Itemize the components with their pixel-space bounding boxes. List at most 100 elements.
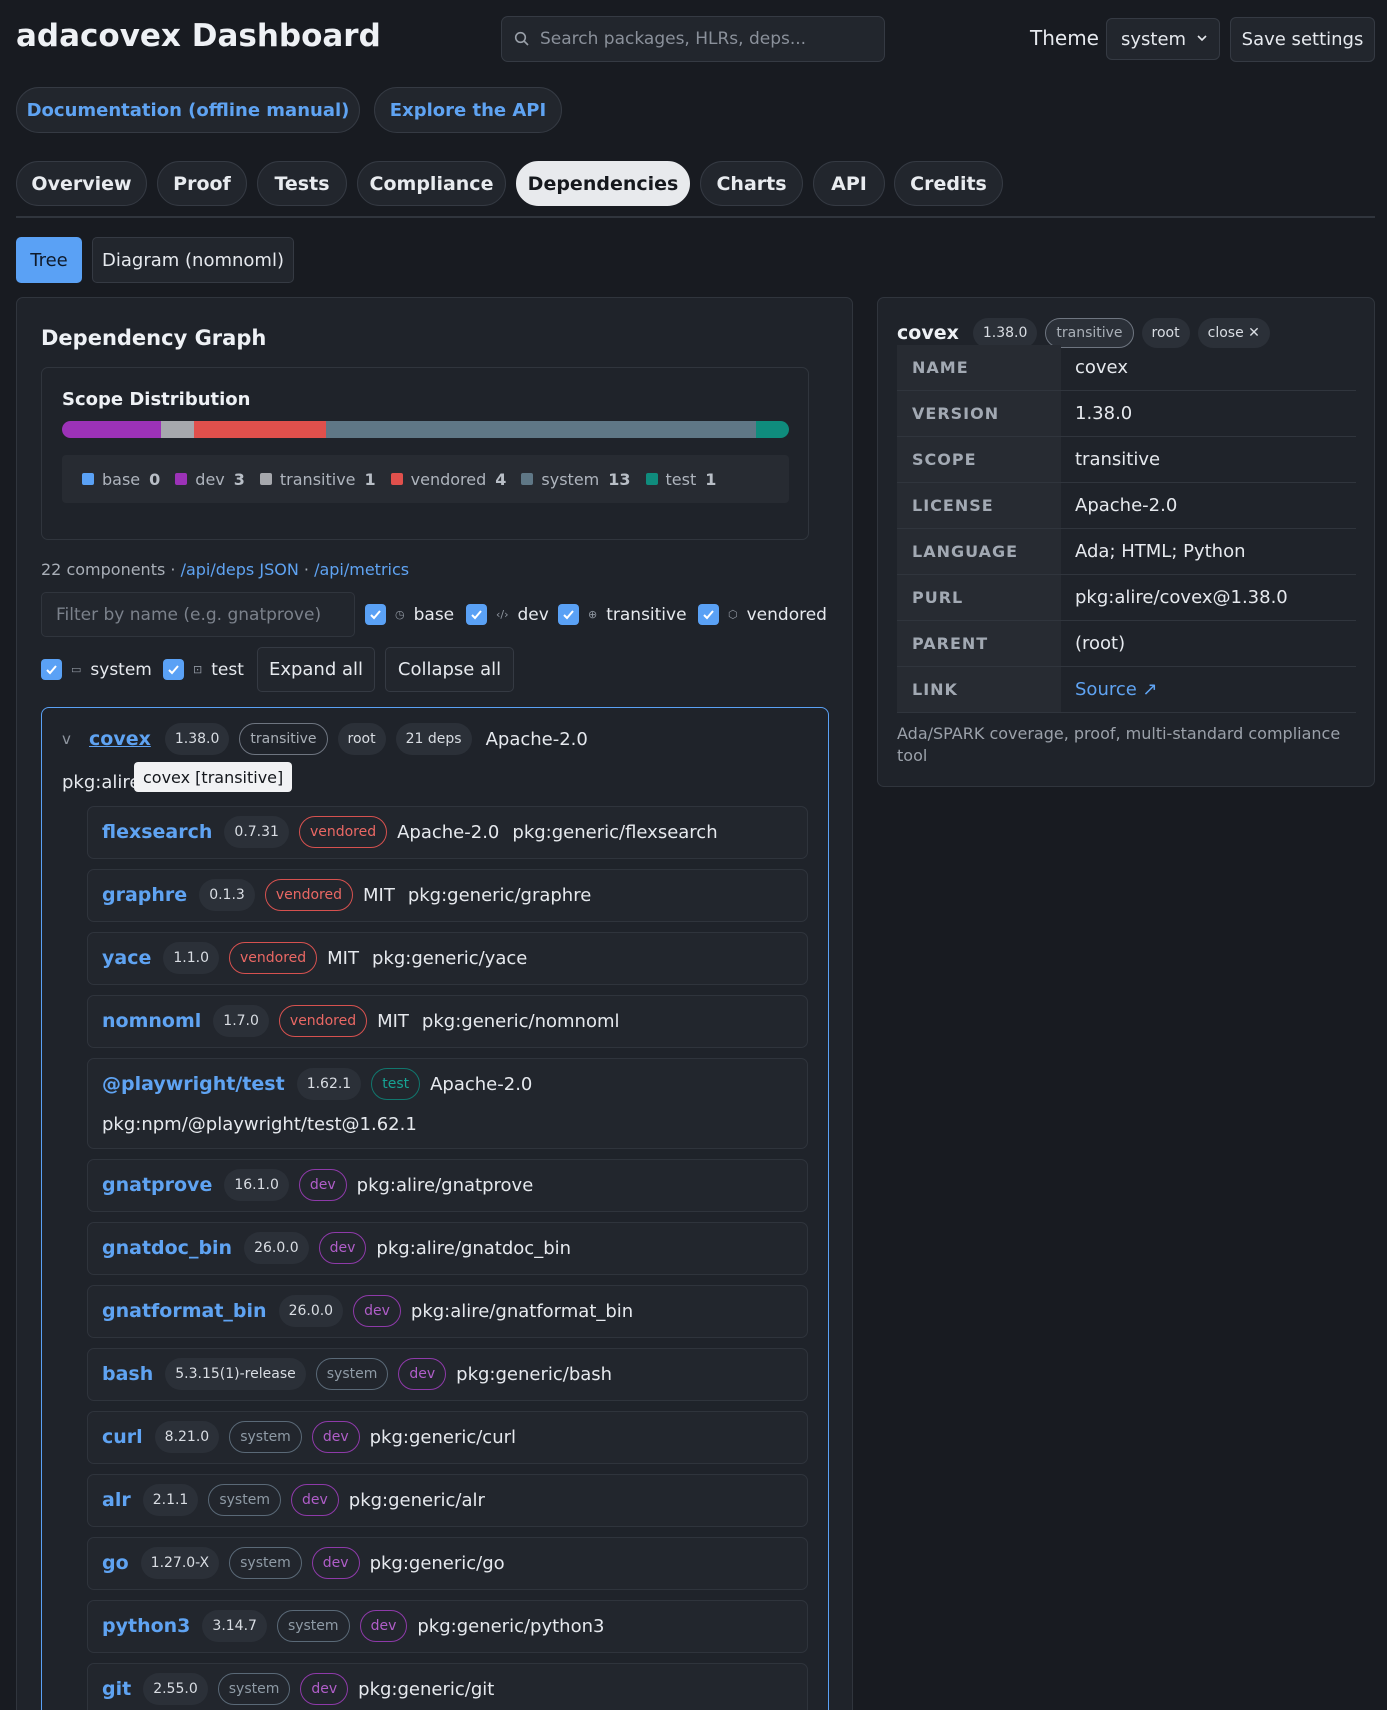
dependency-name[interactable]: go	[102, 1552, 129, 1574]
legend-item-system: system 13	[521, 469, 631, 489]
dependency-row-content: python3 3.14.7 system dev pkg:generic/python…	[102, 1609, 617, 1643]
tab-compliance[interactable]: Compliance	[357, 161, 506, 206]
filter-system-label: system	[90, 659, 152, 680]
purl-text: pkg:generic/flexsearch	[512, 821, 718, 843]
version-badge: 26.0.0	[244, 1232, 309, 1264]
dependency-row[interactable]: curl 8.21.0 system dev pkg:generic/curl	[87, 1411, 808, 1464]
filter-transitive-checkbox[interactable]: ⊕ transitive	[558, 604, 687, 625]
dependency-row[interactable]: nomnoml 1.7.0 vendored MIT pkg:generic/nomno…	[87, 995, 808, 1048]
legend-item-base: base 0	[82, 470, 160, 489]
legend-swatch	[259, 473, 272, 485]
collapse-caret-icon[interactable]: v	[62, 730, 89, 748]
legend-swatch	[82, 473, 94, 485]
license-text: Apache-2.0	[397, 821, 500, 843]
tab-charts[interactable]: Charts	[700, 161, 803, 206]
version-badge: 1.27.0-X	[140, 1547, 220, 1579]
dependency-name[interactable]: graphre	[102, 884, 187, 906]
version-badge: 0.1.3	[199, 879, 255, 911]
purl-text: pkg:generic/alr	[348, 1489, 485, 1511]
search-input[interactable]	[540, 29, 880, 49]
source-link[interactable]: Source ↗	[1075, 667, 1158, 712]
root-badge: root	[337, 723, 386, 755]
tab-credits[interactable]: Credits	[894, 161, 1003, 206]
dependency-row[interactable]: gnatdoc_bin 26.0.0 dev pkg:alire/gnatdoc_bi…	[87, 1222, 808, 1275]
detail-description: Ada/SPARK coverage, proof, multi-standar…	[897, 724, 1341, 765]
dependency-row-content: graphre 0.1.3 vendored MIT pkg:generic/graph…	[102, 878, 604, 912]
tab-overview[interactable]: Overview	[16, 161, 147, 206]
filter-test-checkbox[interactable]: ⊡ test	[163, 659, 244, 680]
save-settings-button[interactable]: Save settings	[1230, 17, 1375, 62]
metrics-link[interactable]: /api/metrics	[314, 560, 409, 579]
purl-text: pkg:generic/yace	[372, 947, 528, 969]
dependency-row[interactable]: python3 3.14.7 system dev pkg:generic/python…	[87, 1600, 808, 1653]
dependency-name[interactable]: alr	[102, 1489, 131, 1511]
dependency-row[interactable]: git 2.55.0 system dev pkg:generic/git	[87, 1663, 808, 1710]
collapse-all-button[interactable]: Collapse all	[385, 647, 514, 692]
filter-vendored-checkbox[interactable]: ⬡ vendored	[698, 604, 827, 625]
legend-label: system	[541, 469, 600, 489]
purl-text: pkg:alire/gnatprove	[356, 1174, 534, 1196]
legend-item-transitive: transitive 1	[259, 470, 376, 489]
scope-legend: base 0 dev 3 transitive 1 vendored 4 system 13 tes…	[62, 455, 789, 503]
test-scope-icon: ⊡	[193, 663, 203, 676]
scope-bar-segment-system	[326, 421, 756, 438]
tab-api[interactable]: API	[813, 161, 885, 206]
detail-row-version: VERSION 1.38.0	[897, 391, 1356, 437]
filter-vendored-label: vendored	[746, 604, 827, 625]
filter-input[interactable]	[41, 592, 355, 637]
dependency-name[interactable]: yace	[102, 947, 151, 969]
dependency-name[interactable]: python3	[102, 1615, 190, 1637]
version-badge: 16.1.0	[224, 1169, 289, 1201]
dependency-name[interactable]: gnatformat_bin	[102, 1300, 267, 1322]
explore-api-link[interactable]: Explore the API	[374, 87, 562, 133]
scope-bar-segment-dev	[62, 421, 162, 438]
close-button[interactable]: close ✕	[1197, 318, 1270, 348]
license-text: Apache-2.0	[485, 728, 588, 750]
scope-badge-vendored: vendored	[278, 1005, 368, 1037]
dependency-name[interactable]: nomnoml	[102, 1010, 201, 1032]
tab-dependencies[interactable]: Dependencies	[516, 161, 690, 206]
separator: ·	[303, 560, 309, 579]
purl-text: pkg:generic/python3	[417, 1615, 605, 1637]
dependency-name[interactable]: flexsearch	[102, 821, 212, 843]
filter-system-checkbox[interactable]: ▭ system	[41, 659, 152, 680]
dependency-row[interactable]: gnatformat_bin 26.0.0 dev pkg:alire/gnatfor…	[87, 1285, 808, 1338]
dependency-name[interactable]: git	[102, 1678, 131, 1700]
search-box[interactable]	[501, 16, 885, 62]
tab-proof[interactable]: Proof	[157, 161, 247, 206]
root-package-name[interactable]: covex	[89, 728, 151, 750]
app-title: adacovex Dashboard	[16, 18, 381, 54]
legend-count: 1	[705, 469, 717, 489]
dependency-row[interactable]: bash 5.3.15(1)-release system dev pkg:generi…	[87, 1348, 808, 1401]
system-scope-icon: ▭	[71, 663, 82, 676]
dependency-name[interactable]: @playwright/test	[102, 1073, 285, 1095]
theme-select[interactable]: system	[1106, 18, 1220, 60]
tab-tests[interactable]: Tests	[257, 161, 347, 206]
dependency-row[interactable]: go 1.27.0-X system dev pkg:generic/go	[87, 1537, 808, 1590]
dependency-row[interactable]: gnatprove 16.1.0 dev pkg:alire/gnatprove	[87, 1159, 808, 1212]
dependency-graph-title: Dependency Graph	[41, 326, 267, 350]
subtab-diagram[interactable]: Diagram (nomnoml)	[92, 237, 294, 283]
dependency-row-content: go 1.27.0-X system dev pkg:generic/go	[102, 1546, 518, 1580]
dependency-name[interactable]: bash	[102, 1363, 153, 1385]
detail-row-scope: SCOPE transitive	[897, 437, 1356, 483]
filter-base-checkbox[interactable]: ◷ base	[365, 604, 454, 625]
dependency-row[interactable]: flexsearch 0.7.31 vendored Apache-2.0 pkg:ge…	[87, 806, 808, 859]
scope-badge-system: system	[229, 1421, 302, 1453]
subtab-tree[interactable]: Tree	[16, 237, 82, 283]
dependency-row[interactable]: alr 2.1.1 system dev pkg:generic/alr	[87, 1474, 808, 1527]
expand-all-button[interactable]: Expand all	[257, 647, 375, 692]
dependency-name[interactable]: curl	[102, 1426, 143, 1448]
dependency-row[interactable]: graphre 0.1.3 vendored MIT pkg:generic/graph…	[87, 869, 808, 922]
dependency-row[interactable]: @playwright/test 1.62.1 test Apache-2.0 pkg:…	[87, 1058, 808, 1149]
dependency-row[interactable]: yace 1.1.0 vendored MIT pkg:generic/yace	[87, 932, 808, 985]
legend-item-vendored: vendored 4	[390, 470, 506, 489]
components-summary: 22 components · /api/deps JSON · /api/me…	[41, 560, 409, 579]
filter-dev-checkbox[interactable]: ‹/› dev	[466, 604, 549, 625]
documentation-link[interactable]: Documentation (offline manual)	[16, 87, 360, 133]
scope-badge-dev: dev	[300, 1673, 349, 1705]
dependency-name[interactable]: gnatdoc_bin	[102, 1237, 232, 1259]
deps-json-link[interactable]: /api/deps JSON	[181, 560, 299, 579]
tree-root-row[interactable]: v covex 1.38.0 transitive root 21 deps A…	[62, 722, 588, 756]
dependency-name[interactable]: gnatprove	[102, 1174, 212, 1196]
